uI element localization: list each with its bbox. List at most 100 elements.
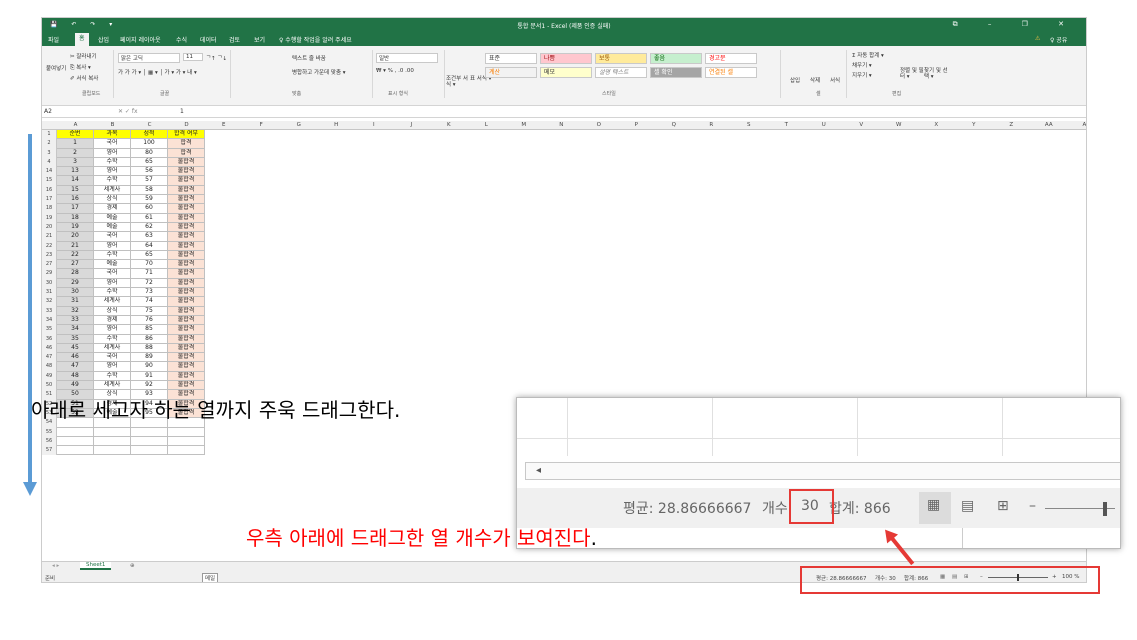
cell-number[interactable]: 13 (57, 167, 94, 177)
add-sheet-button[interactable]: ⊕ (130, 563, 135, 569)
cell-pass-status[interactable]: 불합격 (168, 297, 205, 307)
tell-me-search[interactable]: ♀ 수행할 작업을 알려 주세요 (279, 35, 352, 44)
cell-pass-status[interactable]: 불합격 (168, 353, 205, 363)
cell-subject[interactable]: 경제 (94, 204, 131, 214)
number-symbol-buttons[interactable]: ₩ ▾ % , .0 .00 (376, 68, 414, 74)
column-header[interactable]: R (693, 122, 731, 128)
header-cell[interactable]: 합격 여부 (168, 130, 205, 140)
tab-page-layout[interactable]: 페이지 레이아웃 (120, 35, 161, 44)
cell-subject[interactable]: 세계사 (94, 381, 131, 391)
cell-number[interactable]: 18 (57, 213, 94, 223)
font-style-buttons[interactable]: 가 가 가 ▾ │ ▦ ▾ │ 가 ▾ 가 ▾ 내 ▾ (118, 68, 197, 76)
zoomed-normal-view-icon[interactable]: ▦ (919, 492, 951, 524)
cell-subject[interactable]: 국어 (94, 139, 131, 149)
horizontal-scrollbar[interactable]: ◂ (525, 462, 1120, 480)
cell-pass-status[interactable]: 불합격 (168, 269, 205, 279)
row-header[interactable]: 19 (42, 214, 56, 223)
column-header[interactable]: S (730, 122, 768, 128)
column-header[interactable]: G (280, 122, 318, 128)
cell-pass-status[interactable]: 불합격 (168, 381, 205, 391)
row-header[interactable]: 32 (42, 297, 56, 306)
column-header[interactable]: I (355, 122, 393, 128)
cell-subject[interactable]: 수학 (94, 334, 131, 344)
row-header[interactable]: 57 (42, 446, 56, 455)
row-header[interactable]: 23 (42, 251, 56, 260)
row-header[interactable]: 34 (42, 316, 56, 325)
row-header[interactable]: 56 (42, 437, 56, 446)
row-header[interactable]: 48 (42, 362, 56, 371)
zoomed-slider-thumb[interactable] (1103, 502, 1107, 516)
cell-pass-status[interactable]: 불합격 (168, 222, 205, 233)
empty-cell[interactable] (168, 436, 205, 447)
tab-file[interactable]: 파일 (48, 35, 59, 44)
cell-score[interactable]: 59 (131, 195, 168, 205)
cell-score[interactable]: 73 (131, 288, 168, 298)
cell-pass-status[interactable]: 불합격 (168, 371, 205, 382)
row-header[interactable]: 55 (42, 428, 56, 437)
cell-number[interactable]: 33 (57, 315, 94, 326)
cell-subject[interactable]: 영어 (94, 362, 131, 372)
empty-cell[interactable] (57, 436, 94, 447)
row-header[interactable]: 47 (42, 353, 56, 362)
column-header[interactable]: W (880, 122, 918, 128)
cell-score[interactable]: 64 (131, 241, 168, 251)
cell-number[interactable]: 46 (57, 353, 94, 363)
row-header[interactable]: 4 (42, 158, 56, 167)
zoomed-zoom-out[interactable]: – (1029, 498, 1036, 514)
zoomed-page-break-icon[interactable]: ⊞ (997, 498, 1009, 514)
cell-subject[interactable]: 세계사 (94, 185, 131, 196)
formula-bar-icons[interactable]: ✕ ✓ fx (118, 108, 138, 115)
find-select-button[interactable]: 찾기 및 선택 ▾ (924, 68, 948, 80)
share-button[interactable]: ♀ 공유 (1050, 35, 1067, 44)
column-header[interactable]: O (580, 122, 618, 128)
tab-review[interactable]: 검토 (229, 35, 240, 44)
cell-number[interactable]: 20 (57, 232, 94, 242)
cell-number[interactable]: 48 (57, 371, 94, 382)
cell-subject[interactable]: 영어 (94, 241, 131, 251)
cell-subject[interactable]: 세계사 (94, 297, 131, 307)
row-header[interactable]: 16 (42, 186, 56, 195)
sheet-nav-arrows[interactable]: ◂ ▸ (52, 563, 59, 569)
wrap-text-button[interactable]: 텍스트 줄 바꿈 (292, 54, 326, 62)
cell-score[interactable]: 74 (131, 297, 168, 307)
empty-cell[interactable] (131, 446, 168, 456)
cell-score[interactable]: 76 (131, 315, 168, 326)
cell-score[interactable]: 90 (131, 362, 168, 372)
merge-center-button[interactable]: 병합하고 가운데 맞춤 ▾ (292, 68, 346, 76)
row-header[interactable]: 46 (42, 344, 56, 353)
row-header[interactable]: 33 (42, 307, 56, 316)
column-header[interactable]: AA (1030, 122, 1068, 128)
cell-score[interactable]: 89 (131, 353, 168, 363)
column-header[interactable]: T (768, 122, 806, 128)
cell-number[interactable]: 34 (57, 325, 94, 335)
cell-style-neutral[interactable]: 보통 (595, 53, 647, 64)
font-name-select[interactable]: 맑은 고딕 (118, 53, 180, 63)
row-header[interactable]: 14 (42, 167, 56, 176)
row-header[interactable]: 17 (42, 195, 56, 204)
cell-number[interactable]: 2 (57, 148, 94, 158)
cell-number[interactable]: 15 (57, 185, 94, 196)
header-cell[interactable]: 과목 (94, 130, 131, 140)
cell-number[interactable]: 29 (57, 278, 94, 289)
row-header[interactable]: 1 (42, 130, 56, 139)
cell-score[interactable]: 75 (131, 306, 168, 316)
cell-score[interactable]: 70 (131, 260, 168, 270)
cell-number[interactable]: 17 (57, 204, 94, 214)
row-header[interactable]: 35 (42, 325, 56, 334)
column-header[interactable]: M (505, 122, 543, 128)
row-header[interactable]: 18 (42, 204, 56, 213)
cell-subject[interactable]: 수학 (94, 288, 131, 298)
autosum-button[interactable]: Σ 자동 합계 ▾ (852, 51, 884, 59)
empty-cell[interactable] (94, 427, 131, 437)
cell-style-good[interactable]: 좋음 (650, 53, 702, 64)
cell-number[interactable]: 22 (57, 250, 94, 261)
cell-pass-status[interactable]: 불합격 (168, 232, 205, 242)
tab-insert[interactable]: 삽입 (98, 35, 109, 44)
format-cells-button[interactable]: 서식 (830, 76, 840, 84)
cell-style-explanatory[interactable]: 설명 텍스트 (595, 67, 647, 78)
cell-score[interactable]: 61 (131, 213, 168, 223)
row-header[interactable]: 3 (42, 149, 56, 158)
cell-pass-status[interactable]: 불합격 (168, 250, 205, 261)
column-header[interactable]: P (618, 122, 656, 128)
cell-pass-status[interactable]: 합격 (168, 139, 205, 149)
